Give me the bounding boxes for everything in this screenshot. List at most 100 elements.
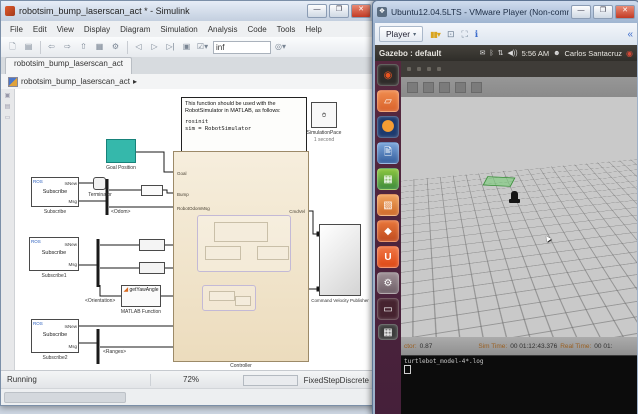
- menu-edit[interactable]: Edit: [28, 24, 52, 35]
- gazebo-sphere-icon[interactable]: [471, 81, 482, 93]
- vm-maximize-button[interactable]: ❐: [593, 5, 613, 19]
- launcher-item-files[interactable]: ▱: [377, 90, 399, 112]
- command-velocity-publisher-block[interactable]: [319, 224, 361, 296]
- launcher-item-ubuntu-one[interactable]: U: [377, 246, 399, 268]
- close-button[interactable]: ✕: [351, 4, 371, 18]
- gazebo-3d-view[interactable]: ▲: [401, 97, 637, 337]
- launcher-item-libreoffice-writer[interactable]: 🖹: [377, 142, 399, 164]
- controller-block[interactable]: Goal Bump RobotOdomMsg CmdVel: [173, 151, 309, 362]
- terminal-window[interactable]: turtlebot_model-4*.log: [401, 355, 637, 414]
- menu-file[interactable]: File: [5, 24, 28, 35]
- subscribe1-block[interactable]: ROS Subscribe IsNew Msg: [29, 237, 79, 271]
- library-browser-icon[interactable]: ▦: [92, 40, 107, 54]
- model-canvas[interactable]: This function should be used with the Ro…: [15, 89, 375, 371]
- horizontal-scrollbar[interactable]: [1, 388, 375, 405]
- simulink-titlebar[interactable]: robotsim_bump_laserscan_act * - Simulink…: [1, 1, 375, 21]
- simulation-pace-block[interactable]: ⏱: [311, 102, 337, 128]
- subscribe2-block[interactable]: ROS Subscribe IsNew Msg: [31, 319, 79, 353]
- menu-simulation[interactable]: Simulation: [155, 24, 202, 35]
- scrollbar-thumb[interactable]: [4, 392, 126, 403]
- annotation-line2: RobotSimulator in MATLAB, as follows:: [185, 107, 281, 114]
- power-icon[interactable]: ◉: [626, 49, 633, 58]
- matlab-function-block[interactable]: ◢ getYawAngle: [121, 285, 161, 307]
- settings-icon[interactable]: ⚙: [108, 40, 123, 54]
- fullscreen-icon[interactable]: ⛶: [461, 29, 467, 40]
- menu-analysis[interactable]: Analysis: [203, 24, 243, 35]
- back-icon[interactable]: ⇦: [44, 40, 59, 54]
- annotation-note[interactable]: This function should be used with the Ro…: [181, 97, 307, 153]
- gazebo-select-icon[interactable]: [407, 81, 418, 93]
- menu-display[interactable]: Display: [79, 24, 115, 35]
- vmware-app-icon: ❖: [377, 7, 387, 17]
- launcher-item-firefox[interactable]: [377, 116, 399, 138]
- forward-icon[interactable]: ⇨: [60, 40, 75, 54]
- rate-transition-block[interactable]: [141, 185, 163, 196]
- subscribe-block[interactable]: ROS Subscribe IsNew Msg: [31, 177, 79, 207]
- step-forward-icon[interactable]: ▷|: [163, 40, 178, 54]
- goal-marker[interactable]: [482, 176, 516, 187]
- launcher-item-ubuntu-software-center[interactable]: ◆: [377, 220, 399, 242]
- maximize-button[interactable]: ❐: [329, 4, 349, 18]
- menu-tools[interactable]: Tools: [272, 24, 301, 35]
- controller-port-cmdvel: CmdVel: [289, 209, 305, 214]
- menu-code[interactable]: Code: [243, 24, 272, 35]
- breadcrumb[interactable]: robotsim_bump_laserscan_act ▸: [1, 74, 375, 90]
- gazebo-app-menu[interactable]: Gazebo : default: [379, 49, 441, 58]
- vm-minimize-button[interactable]: —: [571, 5, 591, 19]
- terminator-block[interactable]: [93, 177, 106, 190]
- breadcrumb-label[interactable]: robotsim_bump_laserscan_act: [21, 77, 130, 86]
- launcher-item-libreoffice-calc[interactable]: ▦: [377, 168, 399, 190]
- gazebo-menubar[interactable]: [401, 61, 637, 77]
- launcher-item-displays[interactable]: ▭: [377, 298, 399, 320]
- palette-annotation-icon[interactable]: ▤: [5, 103, 11, 110]
- up-icon[interactable]: ⇧: [76, 40, 91, 54]
- model-tab[interactable]: robotsim_bump_laserscan_act: [5, 57, 132, 74]
- launcher-item-libreoffice-impress[interactable]: ▧: [377, 194, 399, 216]
- goal-position-block[interactable]: [106, 139, 136, 163]
- gazebo-move-icon[interactable]: [423, 81, 434, 93]
- subscribe1-caption: Subscribe1: [41, 273, 67, 279]
- send-ctrl-alt-del-icon[interactable]: ⊡: [447, 29, 455, 40]
- display-block[interactable]: [139, 262, 165, 274]
- gazebo-toolbar[interactable]: [401, 77, 637, 97]
- palette-area-icon[interactable]: ▭: [5, 114, 11, 121]
- save-icon[interactable]: ▤: [21, 40, 36, 54]
- manage-vm-icon[interactable]: ℹ: [475, 29, 478, 40]
- menu-diagram[interactable]: Diagram: [115, 24, 155, 35]
- suspend-icon[interactable]: ▮▮▾: [430, 30, 441, 39]
- launcher-item-system-settings[interactable]: ⚙: [377, 272, 399, 294]
- ubuntu-top-panel: Gazebo : default ✉ ᛒ ⇅ ◀)) 5:56 AM ☻ Car…: [375, 45, 637, 61]
- accelerator-icon[interactable]: ◎▾: [273, 40, 288, 54]
- sim-mode-icon[interactable]: ☑▾: [195, 40, 210, 54]
- menu-view[interactable]: View: [52, 24, 79, 35]
- turtlebot-robot[interactable]: [509, 191, 520, 203]
- menu-help[interactable]: Help: [300, 24, 326, 35]
- collapse-toolbar-icon[interactable]: «: [627, 29, 633, 40]
- port-isnew: IsNew: [64, 181, 77, 186]
- controller-port-odom: RobotOdomMsg: [177, 206, 210, 211]
- new-model-icon[interactable]: 🗋: [5, 40, 20, 54]
- gazebo-box-icon[interactable]: [455, 81, 466, 93]
- user-menu[interactable]: Carlos Santacruz: [564, 49, 622, 58]
- vmware-titlebar[interactable]: ❖ Ubuntu12.04.5LTS - VMware Player (Non-…: [373, 1, 638, 23]
- orientation-signal-label: <Orientation>: [85, 298, 116, 304]
- volume-icon[interactable]: ◀)): [508, 49, 518, 57]
- vm-close-button[interactable]: ✕: [615, 5, 635, 19]
- clock[interactable]: 5:56 AM: [522, 49, 550, 58]
- gazebo-rotate-icon[interactable]: [439, 81, 450, 93]
- message-indicator-icon[interactable]: ✉: [480, 49, 486, 57]
- status-progress-text: 72% T=15.650: [183, 375, 217, 396]
- display-block[interactable]: [139, 239, 165, 251]
- launcher-item-workspace-switcher[interactable]: ▦: [378, 324, 398, 340]
- stop-icon[interactable]: ▣: [179, 40, 194, 54]
- launcher-item-dash-home[interactable]: ◉: [377, 64, 399, 86]
- bluetooth-icon[interactable]: ᛒ: [489, 50, 493, 57]
- run-icon[interactable]: ▷: [147, 40, 162, 54]
- stop-time-input[interactable]: [213, 40, 271, 54]
- step-back-icon[interactable]: ◁: [131, 40, 146, 54]
- canvas-tool-palette[interactable]: ▣ ▤ ▭: [1, 89, 15, 371]
- player-menu-button[interactable]: Player ▾: [379, 26, 424, 42]
- palette-zoom-icon[interactable]: ▣: [5, 92, 11, 99]
- minimize-button[interactable]: —: [307, 4, 327, 18]
- network-icon[interactable]: ⇅: [498, 49, 504, 57]
